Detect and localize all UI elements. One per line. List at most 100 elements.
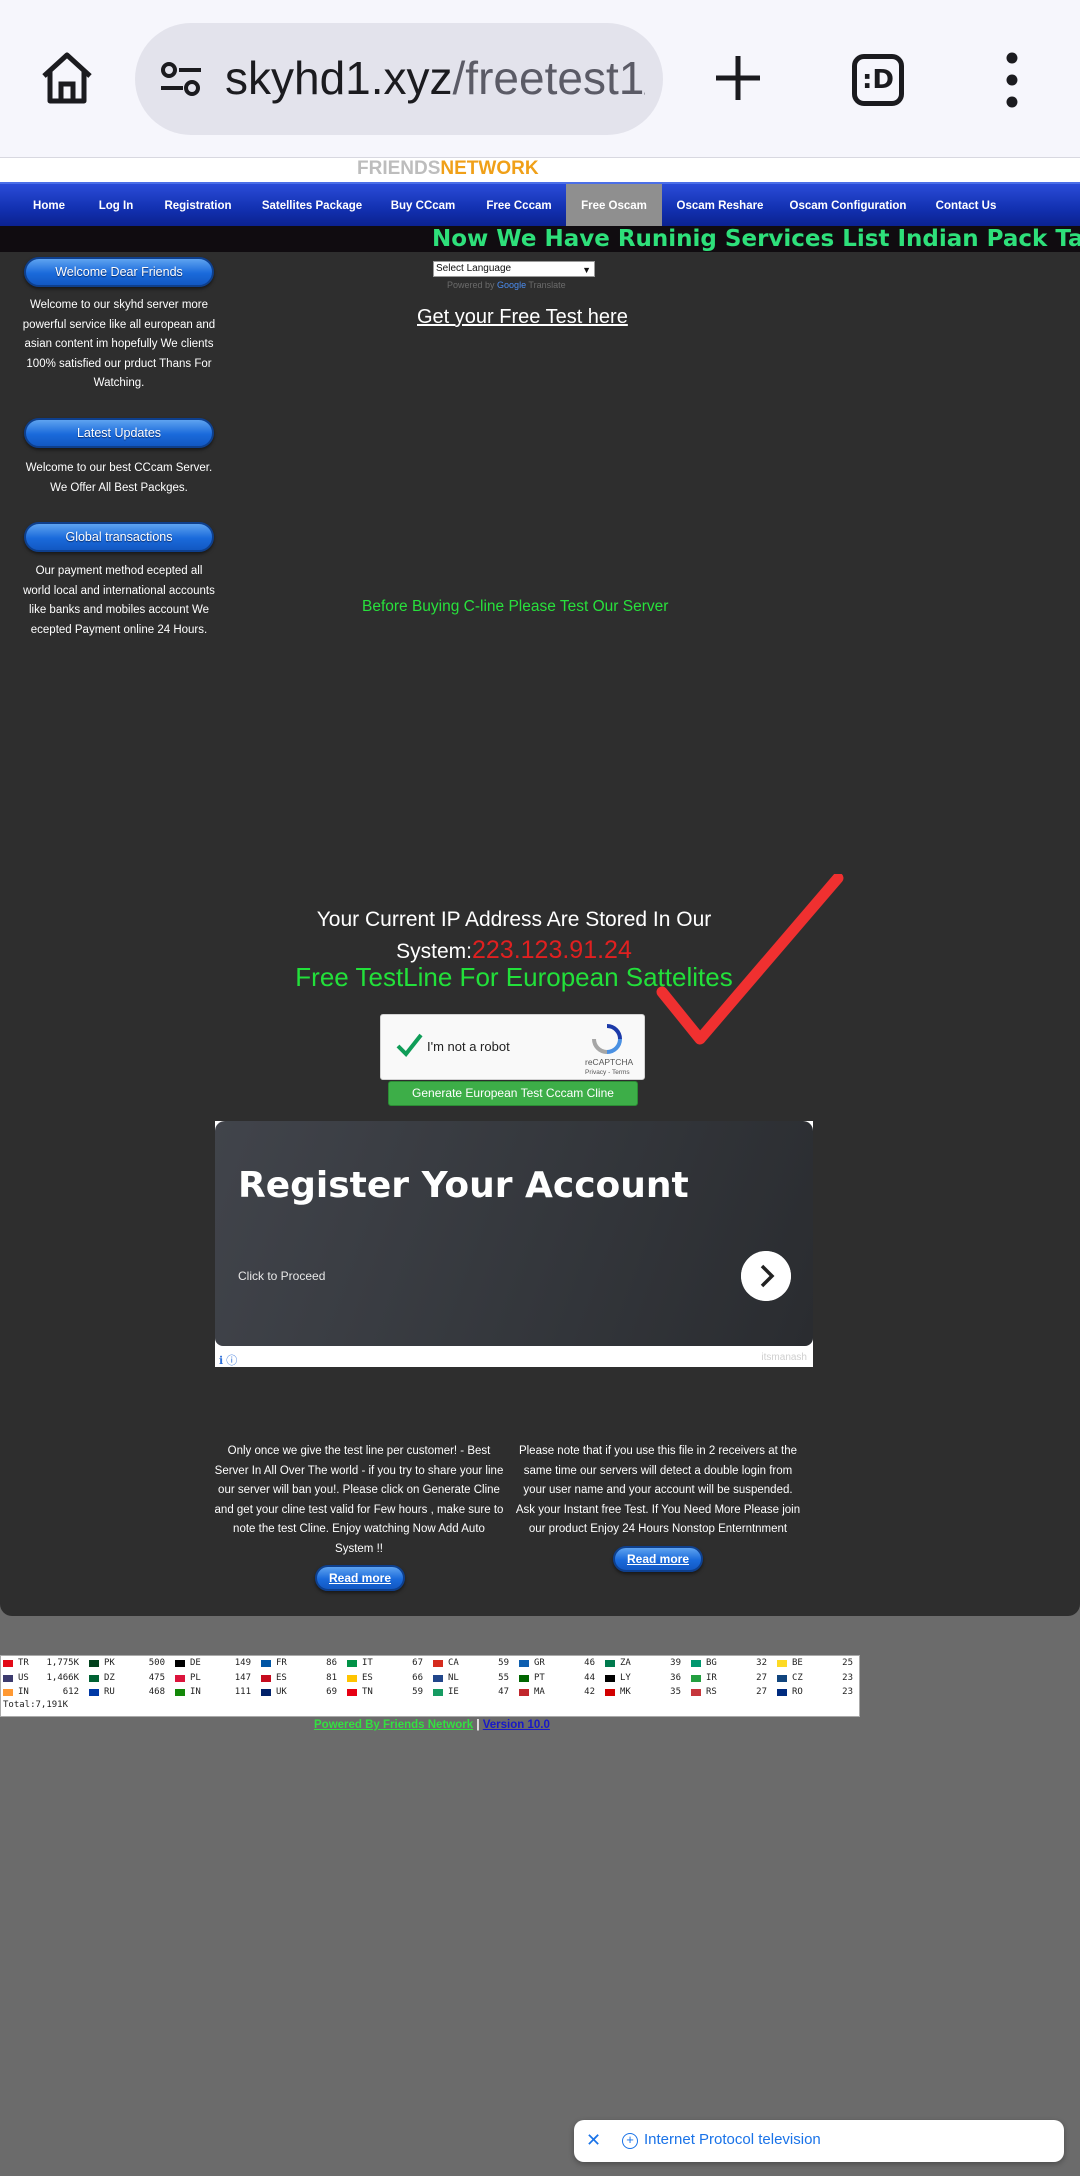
flag-icon [261, 1660, 271, 1667]
left-info-text: Only once we give the test line per cust… [214, 1445, 504, 1555]
powered-by-link[interactable]: Powered By Friends Network [314, 1719, 473, 1731]
plus-icon[interactable] [712, 52, 764, 104]
nav-oscam-configuration[interactable]: Oscam Configuration [778, 184, 918, 228]
flag-cell: US 1,466K [1, 1672, 86, 1686]
before-buying-text: Before Buying C-line Please Test Our Ser… [362, 598, 669, 615]
flag-country-code: FR [276, 1658, 287, 1668]
sidebar-welcome-title[interactable]: Welcome Dear Friends [24, 257, 214, 287]
ad-subtitle: Click to Proceed [238, 1269, 326, 1283]
flag-country-code: IN [18, 1687, 29, 1697]
flag-country-code: ZA [620, 1658, 631, 1668]
recaptcha-check-icon[interactable] [395, 1031, 423, 1059]
address-bar[interactable]: skyhd1.xyz/freetest1/ [135, 23, 663, 135]
flag-icon [3, 1675, 13, 1682]
flag-count: 25 [842, 1658, 853, 1668]
recaptcha-logo-icon [592, 1024, 622, 1054]
recaptcha-brand: reCAPTCHA [585, 1057, 634, 1067]
flag-cell: NL 55 [431, 1672, 516, 1686]
flag-count: 44 [584, 1673, 595, 1683]
flag-count: 46 [584, 1658, 595, 1668]
flag-country-code: GR [534, 1658, 545, 1668]
nav-satellites-package[interactable]: Satellites Package [252, 184, 372, 228]
home-icon[interactable] [38, 50, 96, 106]
sidebar-transactions-title[interactable]: Global transactions [24, 522, 214, 552]
recaptcha-widget[interactable]: I'm not a robot reCAPTCHA Privacy - Term… [380, 1014, 645, 1080]
flag-cell: UK 69 [259, 1686, 344, 1700]
flag-count: 1,775K [46, 1658, 79, 1668]
arrow-right-icon[interactable] [741, 1251, 791, 1301]
site-logo[interactable]: FRIENDSNETWORK [357, 158, 539, 180]
nav-free-cccam[interactable]: Free Cccam [474, 184, 564, 228]
flag-country-code: BE [792, 1658, 803, 1668]
free-test-link[interactable]: Get your Free Test here [417, 306, 628, 329]
flag-counter[interactable]: Total:7,191K TR 1,775K PK 500 DE 149 FR 86 IT 67 C… [0, 1655, 860, 1717]
flag-icon [691, 1675, 701, 1682]
flag-country-code: IT [362, 1658, 373, 1668]
flag-icon [519, 1689, 529, 1696]
flag-country-code: IE [448, 1687, 459, 1697]
recaptcha-label: I'm not a robot [427, 1039, 510, 1054]
flag-total: Total:7,191K [3, 1700, 69, 1710]
browser-toolbar: skyhd1.xyz/freetest1/ :D [0, 0, 1080, 158]
flag-cell: BG 32 [689, 1657, 774, 1671]
flag-icon [691, 1689, 701, 1696]
suggestion-chip[interactable]: ✕ + Internet Protocol television [574, 2120, 1064, 2162]
flag-cell: IN 612 [1, 1686, 86, 1700]
flag-icon [605, 1689, 615, 1696]
nav-buy-cccam[interactable]: Buy CCcam [380, 184, 466, 228]
google-wordmark[interactable]: Google [497, 280, 526, 290]
flag-count: 27 [756, 1673, 767, 1683]
flag-count: 32 [756, 1658, 767, 1668]
flag-icon [89, 1689, 99, 1696]
close-icon[interactable]: ✕ [586, 2130, 601, 2151]
read-more-right-button[interactable]: Read more [613, 1546, 703, 1572]
flag-country-code: MA [534, 1687, 545, 1697]
generate-cline-button[interactable]: Generate European Test Cccam Cline [388, 1081, 638, 1106]
flag-count: 27 [756, 1687, 767, 1697]
footer-separator: | [476, 1719, 480, 1731]
chevron-down-icon: ▼ [582, 265, 591, 275]
flag-country-code: PT [534, 1673, 545, 1683]
version-link[interactable]: Version 10.0 [482, 1719, 550, 1731]
tune-icon[interactable] [159, 59, 203, 99]
flag-cell: TR 1,775K [1, 1657, 86, 1671]
nav-free-oscam[interactable]: Free Oscam [566, 184, 662, 228]
ip-address: 223.123.91.24 [471, 936, 632, 964]
news-marquee: Now We Have Runinig Services List Indian… [0, 226, 1080, 252]
flag-cell: CA 59 [431, 1657, 516, 1671]
ad-card[interactable]: Register Your Account Click to Proceed [215, 1121, 813, 1346]
nav-registration[interactable]: Registration [152, 184, 244, 228]
flag-count: 468 [148, 1687, 165, 1697]
language-select[interactable]: Select Language ▼ [433, 261, 595, 277]
tabs-icon[interactable]: :D [852, 54, 904, 106]
ad-info-icon[interactable]: ℹ ⓘ [219, 1352, 237, 1368]
flag-country-code: MK [620, 1687, 631, 1697]
flag-count: 67 [412, 1658, 423, 1668]
nav-home[interactable]: Home [18, 184, 80, 228]
flag-row: IN 612 RU 468 IN 111 UK 69 TN 59 IE 47 MA 42 MK 35 RS 27 R… [1, 1686, 861, 1700]
flag-icon [433, 1675, 443, 1682]
url-path: /freetest1/ [452, 52, 645, 104]
logo-part1: FRIENDS [357, 158, 441, 179]
flag-cell: PT 44 [517, 1672, 602, 1686]
flag-count: 66 [412, 1673, 423, 1683]
sidebar-updates-title[interactable]: Latest Updates [24, 418, 214, 448]
flag-icon [175, 1675, 185, 1682]
more-vert-icon[interactable] [1000, 52, 1024, 108]
flag-icon [175, 1689, 185, 1696]
nav-oscam-reshare[interactable]: Oscam Reshare [670, 184, 770, 228]
nav-contact-us[interactable]: Contact Us [924, 184, 1008, 228]
recaptcha-links[interactable]: Privacy - Terms [585, 1069, 630, 1076]
flag-cell: MA 42 [517, 1686, 602, 1700]
flag-cell: GR 46 [517, 1657, 602, 1671]
nav-login[interactable]: Log In [86, 184, 146, 228]
flag-country-code: PL [190, 1673, 201, 1683]
read-more-left-button[interactable]: Read more [315, 1565, 405, 1591]
footer-credit: Powered By Friends Network | Version 10.… [314, 1719, 550, 1731]
ad-banner[interactable]: Register Your Account Click to Proceed ℹ… [215, 1121, 813, 1367]
flag-country-code: IN [190, 1687, 201, 1697]
flag-cell: IN 111 [173, 1686, 258, 1700]
url-text: skyhd1.xyz/freetest1/ [225, 51, 645, 105]
sidebar-welcome-text: Welcome to our skyhd server more powerfu… [22, 299, 216, 389]
sidebar-transactions-text: Our payment method ecepted all world loc… [23, 565, 215, 636]
